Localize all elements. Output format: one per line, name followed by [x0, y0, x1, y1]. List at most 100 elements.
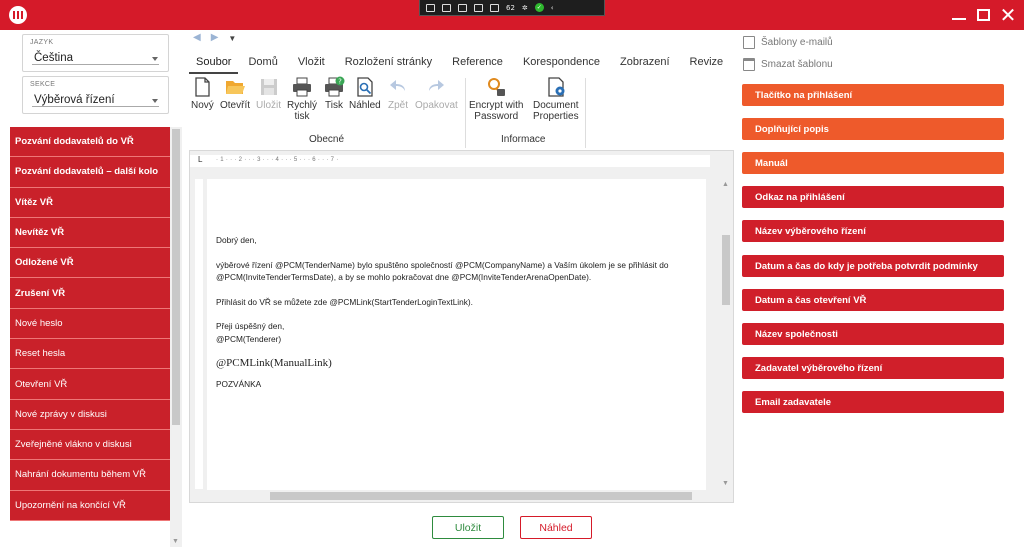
tab-reference[interactable]: Reference [442, 54, 513, 74]
token-button[interactable]: Email zadavatele [742, 391, 1004, 413]
minimize-icon [952, 18, 966, 20]
language-label: JAZYK [30, 39, 54, 46]
delete-template-link[interactable]: Smazat šablonu [743, 58, 833, 71]
template-item[interactable]: Reset hesla [10, 339, 170, 370]
template-item[interactable]: Vítěz VŘ [10, 187, 170, 218]
screen-icon[interactable] [426, 3, 435, 12]
preview-button[interactable]: Náhled [520, 516, 592, 539]
pointer-icon[interactable] [458, 3, 467, 12]
template-item[interactable]: Upozornění na končící VŘ [10, 490, 170, 521]
section-select[interactable]: SEKCE Výběrová řízení [22, 76, 169, 114]
tab-domů[interactable]: Domů [238, 54, 287, 74]
tab-zobrazení[interactable]: Zobrazení [610, 54, 680, 74]
tab-vložit[interactable]: Vložit [288, 54, 335, 74]
maximize-button[interactable] [972, 4, 994, 26]
close-icon: ✕ [999, 3, 1017, 27]
document-properties-button[interactable]: Document Properties [533, 76, 579, 122]
template-item[interactable]: Zrušení VŘ [10, 278, 170, 309]
redo-ribbon-button[interactable]: Opakovat [415, 76, 458, 111]
title-bar: 62 ✲ ✓ ‹ ✕ [0, 0, 1024, 30]
doc-closing: Přeji úspěšný den, [216, 321, 285, 331]
scrollbar-thumb[interactable] [172, 129, 180, 425]
document-editor[interactable]: L · 1 · · · 2 · · · 3 · · · 4 · · · 5 · … [189, 150, 734, 503]
token-button[interactable]: Datum a čas otevření VŘ [742, 289, 1004, 311]
tab-revize[interactable]: Revize [680, 54, 734, 74]
token-button[interactable]: Název společnosti [742, 323, 1004, 345]
scrollbar-thumb[interactable] [722, 235, 730, 305]
doc-manual-link: @PCMLink(ManualLink) [216, 357, 332, 369]
customize-dropdown-icon[interactable]: ▼ [228, 34, 236, 46]
undo-ribbon-button[interactable]: Zpět [387, 76, 409, 111]
token-button[interactable]: Datum a čas do kdy je potřeba potvrdit p… [742, 255, 1004, 277]
ribbon: ◀ ▶ ▼ Soubor Domů Vložit Rozložení stránky R… [183, 30, 735, 150]
template-item[interactable]: Zveřejněné vlákno v diskusi [10, 429, 170, 461]
template-item[interactable]: Otevření VŘ [10, 369, 170, 400]
scrollbar-thumb[interactable] [270, 492, 692, 500]
template-item[interactable]: Nahrání dokumentu během VŘ [10, 460, 170, 491]
print-icon: ? [325, 76, 345, 97]
editor-vertical-scrollbar[interactable]: ▲ ▼ [719, 179, 733, 489]
token-button[interactable]: Tlačítko na přihlášení [742, 84, 1004, 106]
language-select[interactable]: JAZYK Čeština [22, 34, 169, 72]
printer-icon [293, 77, 311, 97]
token-button[interactable]: Odkaz na přihlášení [742, 186, 1004, 208]
group-separator [465, 78, 466, 148]
doc-greeting: Dobrý den, [216, 235, 257, 245]
close-button[interactable]: ✕ [997, 4, 1019, 26]
minimize-button[interactable] [948, 4, 970, 26]
print-button[interactable]: ? Tisk [323, 76, 345, 111]
camera-icon[interactable] [442, 3, 451, 12]
section-value: Výběrová řízení [34, 94, 115, 106]
new-button[interactable]: Nový [191, 76, 214, 111]
template-item[interactable]: Nové zprávy v diskusi [10, 399, 170, 430]
quick-print-button[interactable]: Rychlý tisk [287, 76, 317, 122]
section-label: SEKCE [30, 81, 56, 88]
open-button[interactable]: Otevřít [220, 76, 250, 111]
token-button[interactable]: Manuál [742, 152, 1004, 174]
folder-open-icon [226, 81, 245, 94]
right-panel: Šablony e-mailů Smazat šablonu Tlačítko … [735, 30, 1024, 547]
check-icon[interactable]: ✓ [534, 3, 544, 12]
redo-icon[interactable]: ▶ [211, 32, 219, 46]
document-page[interactable]: Dobrý den, výběrové řízení @PCM(TenderNa… [207, 179, 706, 491]
tree-icon[interactable] [490, 3, 499, 12]
scroll-up-icon[interactable]: ▲ [722, 181, 729, 188]
save-button[interactable]: Uložit [432, 516, 504, 539]
chevron-left-icon[interactable]: ‹ [551, 4, 554, 12]
settings-icon[interactable]: ✲ [522, 4, 528, 12]
template-item[interactable]: Pozvání dodavatelů do VŘ [10, 127, 170, 158]
document-body[interactable]: Dobrý den, výběrové řízení @PCM(TenderNa… [216, 234, 696, 402]
svg-text:?: ? [338, 78, 342, 86]
editor-horizontal-scrollbar[interactable] [207, 490, 706, 502]
template-item[interactable]: Odložené VŘ [10, 248, 170, 279]
token-button[interactable]: Doplňující popis [742, 118, 1004, 140]
redo-arrow-icon [429, 80, 445, 91]
document-copy-icon [743, 36, 755, 49]
save-ribbon-button[interactable]: Uložit [256, 76, 281, 111]
template-list-scrollbar[interactable]: ▼ [170, 127, 182, 547]
encrypt-button[interactable]: Encrypt with Password [469, 76, 523, 122]
undo-icon[interactable]: ◀ [193, 32, 201, 46]
tab-stop-icon[interactable]: L [198, 155, 202, 164]
scroll-down-icon[interactable]: ▼ [172, 538, 179, 545]
token-button[interactable]: Zadavatel výběrového řízení [742, 357, 1004, 379]
tab-korespondence[interactable]: Korespondence [513, 54, 610, 74]
scroll-down-icon[interactable]: ▼ [722, 480, 729, 487]
horizontal-ruler[interactable]: L · 1 · · · 2 · · · 3 · · · 4 · · · 5 · … [190, 155, 710, 167]
token-button[interactable]: Název výběrového řízení [742, 220, 1004, 242]
trash-icon [743, 58, 755, 71]
tab-soubor[interactable]: Soubor [189, 54, 239, 74]
ruler-scale: · 1 · · · 2 · · · 3 · · · 4 · · · 5 · · … [216, 157, 339, 163]
vertical-ruler[interactable] [195, 179, 203, 489]
preview-ribbon-button[interactable]: Náhled [349, 76, 381, 111]
template-item[interactable]: Nové heslo [10, 308, 170, 340]
tab-rozložení-stránky[interactable]: Rozložení stránky [335, 54, 442, 74]
group-label-general: Obecné [309, 134, 345, 145]
save-icon [260, 79, 277, 95]
template-item[interactable]: Pozvání dodavatelů – další kolo [10, 157, 170, 188]
email-templates-link[interactable]: Šablony e-mailů [743, 36, 833, 49]
quick-access-toolbar: ◀ ▶ ▼ [193, 32, 236, 46]
document-gear-icon [548, 77, 565, 97]
frame-icon[interactable] [474, 3, 483, 12]
template-item[interactable]: Nevítěz VŘ [10, 217, 170, 249]
